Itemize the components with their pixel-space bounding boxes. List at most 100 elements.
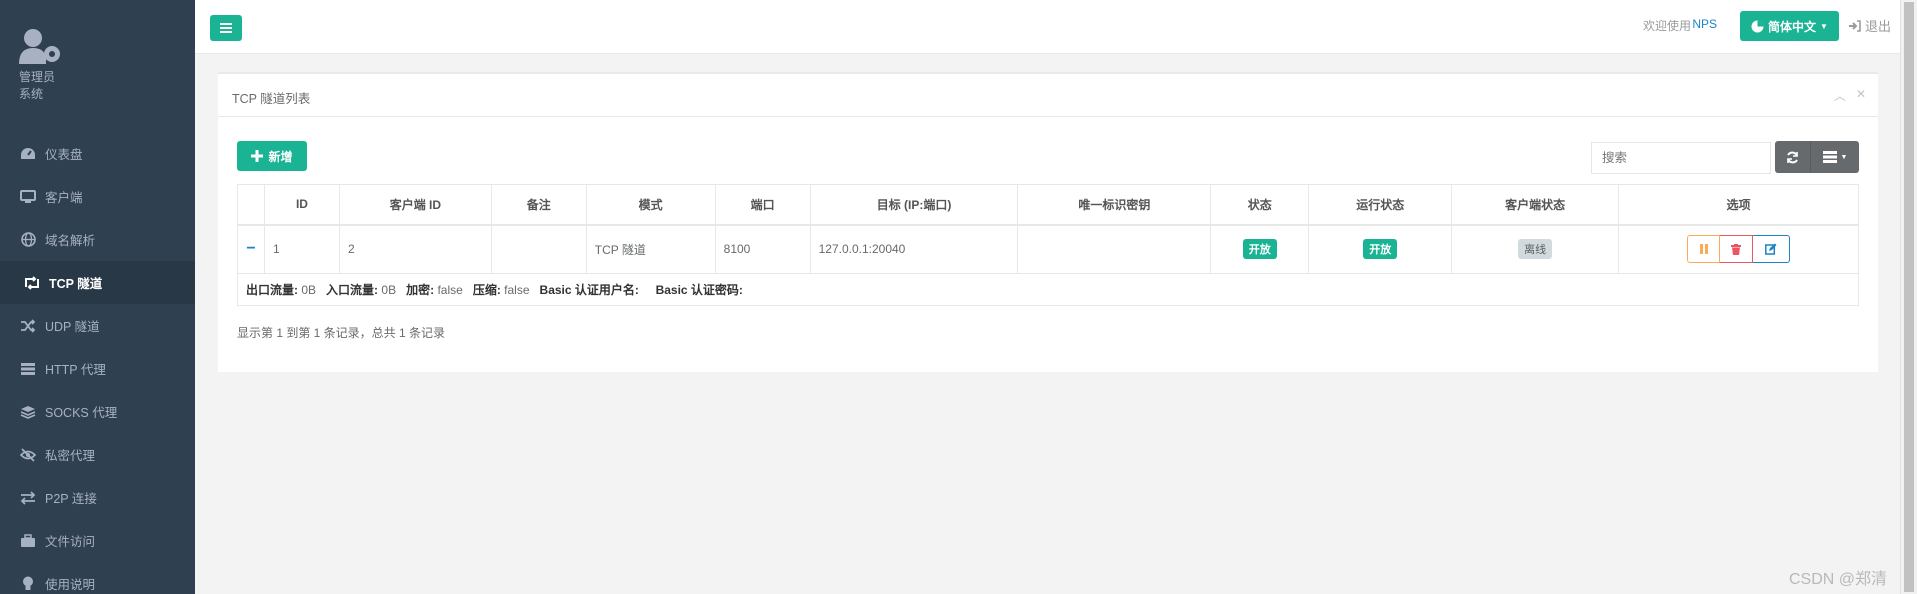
desktop-icon (19, 189, 37, 205)
sidebar-item-http[interactable]: HTTP 代理 (0, 347, 195, 390)
welcome-text: 欢迎使用 (1642, 19, 1691, 33)
minus-icon: − (246, 240, 256, 258)
add-label: 新增 (268, 149, 293, 164)
column-header[interactable]: 唯一标识密钥 (1017, 184, 1212, 226)
sidebar-item-label: TCP 隧道 (49, 277, 103, 291)
table-header-row: ID 客户端 ID 备注 模式 端口 目标 (IP:端口) 唯一标识密钥 状态 … (237, 184, 1859, 226)
sidebar-item-socks[interactable]: SOCKS 代理 (0, 390, 195, 433)
exchange-icon (19, 490, 37, 506)
logout-link[interactable]: 退出 (1848, 16, 1891, 35)
cell-key (1017, 224, 1212, 274)
edit-button[interactable] (1753, 235, 1791, 264)
column-header[interactable]: 目标 (IP:端口) (809, 184, 1019, 226)
sidebar-item-p2p[interactable]: P2P 连接 (0, 476, 195, 519)
language-dropdown[interactable]: 简体中文 ▼ (1740, 11, 1839, 41)
sidebar-item-files[interactable]: 文件访问 (0, 519, 195, 562)
column-header[interactable]: 备注 (490, 184, 587, 226)
server-icon (19, 361, 37, 377)
sidebar-item-label: 文件访问 (45, 535, 96, 549)
cell-status: 开放 (1210, 224, 1310, 274)
column-header[interactable]: 状态 (1210, 184, 1310, 226)
cell-port: 8100 (714, 224, 811, 274)
plus-icon (251, 150, 264, 162)
brand-link[interactable]: NPS (1692, 17, 1717, 31)
sidebar-nav: 仪表盘 客户端 域名解析 TCP 隧道 UDP 隧道 HTTP 代理 SOCKS… (0, 132, 195, 594)
dashboard-icon (19, 146, 37, 162)
pie-chart-icon (1751, 20, 1764, 32)
sidebar-item-secret[interactable]: 私密代理 (0, 433, 195, 476)
out-traffic-value: 0B (301, 283, 317, 297)
watermark: CSDN @郑清 (1788, 571, 1887, 588)
panel-tools: ︿ ✕ (1834, 87, 1866, 104)
user-gear-icon (19, 28, 65, 66)
profile: 管理员 系统 (0, 0, 195, 115)
column-header (237, 184, 265, 226)
add-tunnel-button[interactable]: 新增 (237, 141, 307, 171)
pause-icon (1699, 244, 1708, 255)
sidebar-item-label: P2P 连接 (45, 492, 97, 506)
caret-down-icon: ▼ (1820, 21, 1828, 31)
panel-header: TCP 隧道列表 ︿ ✕ (218, 74, 1878, 117)
delete-button[interactable] (1720, 235, 1754, 264)
out-traffic-label: 出口流量: (246, 283, 298, 297)
compress-value: false (504, 283, 530, 297)
column-header[interactable]: 端口 (714, 184, 811, 226)
sidebar-item-label: 客户端 (45, 191, 83, 205)
sidebar-item-dashboard[interactable]: 仪表盘 (0, 132, 195, 175)
crypt-label: 加密: (406, 283, 435, 297)
menu-toggle-button[interactable] (210, 15, 242, 41)
sidebar-item-label: 仪表盘 (45, 148, 83, 162)
sidebar-item-label: 私密代理 (45, 449, 96, 463)
sidebar-item-label: 使用说明 (45, 578, 96, 592)
sidebar-item-domain[interactable]: 域名解析 (0, 218, 195, 261)
sidebar-item-help[interactable]: 使用说明 (0, 562, 195, 594)
status-badge: 开放 (1242, 239, 1277, 260)
pause-button[interactable] (1687, 235, 1721, 264)
top-navbar: 欢迎使用 NPS 简体中文 ▼ 退出 (195, 0, 1917, 54)
eye-slash-icon (19, 447, 37, 463)
logout-label: 退出 (1864, 19, 1891, 34)
list-icon (1822, 151, 1837, 163)
random-icon (19, 318, 37, 334)
profile-name[interactable]: 管理员 (19, 69, 195, 86)
column-header[interactable]: 模式 (585, 184, 716, 226)
retweet-icon (23, 275, 41, 291)
tunnel-table: ID 客户端 ID 备注 模式 端口 目标 (IP:端口) 唯一标识密钥 状态 … (237, 184, 1859, 306)
column-header[interactable]: 运行状态 (1308, 184, 1453, 226)
briefcase-icon (19, 533, 37, 549)
detail-cell: 出口流量: 0B 入口流量: 0B 加密: false 压缩: false Ba… (237, 273, 1859, 306)
sidebar-item-udp[interactable]: UDP 隧道 (0, 304, 195, 347)
row-actions (1687, 235, 1791, 264)
search-input[interactable] (1591, 142, 1771, 174)
chevron-up-icon[interactable]: ︿ (1834, 87, 1846, 104)
page-scrollbar[interactable] (1900, 0, 1917, 594)
compress-label: 压缩: (472, 283, 501, 297)
run-status-badge: 开放 (1363, 239, 1398, 260)
cell-target: 127.0.0.1:20040 (809, 224, 1019, 274)
trash-icon (1731, 243, 1742, 255)
caret-down-icon: ▼ (1840, 153, 1848, 161)
collapse-toggle[interactable]: − (237, 224, 265, 274)
layers-icon (19, 404, 37, 420)
table-row: − 1 2 TCP 隧道 8100 127.0.0.1:20040 开放 开放 … (237, 224, 1859, 274)
column-header[interactable]: 客户端 ID (338, 184, 492, 226)
sidebar-item-tcp[interactable]: TCP 隧道 (0, 261, 195, 304)
sidebar-item-clients[interactable]: 客户端 (0, 175, 195, 218)
client-status-badge: 离线 (1518, 239, 1553, 260)
sidebar-item-label: UDP 隧道 (45, 320, 100, 334)
basic-user-label: Basic 认证用户名: (539, 283, 639, 297)
column-header[interactable]: ID (263, 184, 340, 226)
scrollbar-thumb[interactable] (1904, 2, 1914, 592)
columns-toggle-button[interactable]: ▼ (1811, 141, 1859, 173)
refresh-button[interactable] (1775, 141, 1811, 173)
column-header[interactable]: 客户端状态 (1451, 184, 1620, 226)
column-header: 选项 (1618, 184, 1859, 226)
close-icon[interactable]: ✕ (1856, 87, 1866, 104)
tunnel-list-panel: TCP 隧道列表 ︿ ✕ 新增 ▼ ID 客户端 ID (218, 72, 1878, 372)
detail-row: 出口流量: 0B 入口流量: 0B 加密: false 压缩: false Ba… (237, 273, 1859, 306)
crypt-value: false (437, 283, 463, 297)
sidebar-item-label: SOCKS 代理 (45, 406, 118, 420)
pagination-info: 显示第 1 到第 1 条记录，总共 1 条记录 (237, 326, 446, 340)
sidebar: 管理员 系统 仪表盘 客户端 域名解析 TCP 隧道 UDP 隧道 HTTP 代… (0, 0, 195, 594)
sidebar-item-label: HTTP 代理 (45, 363, 106, 377)
